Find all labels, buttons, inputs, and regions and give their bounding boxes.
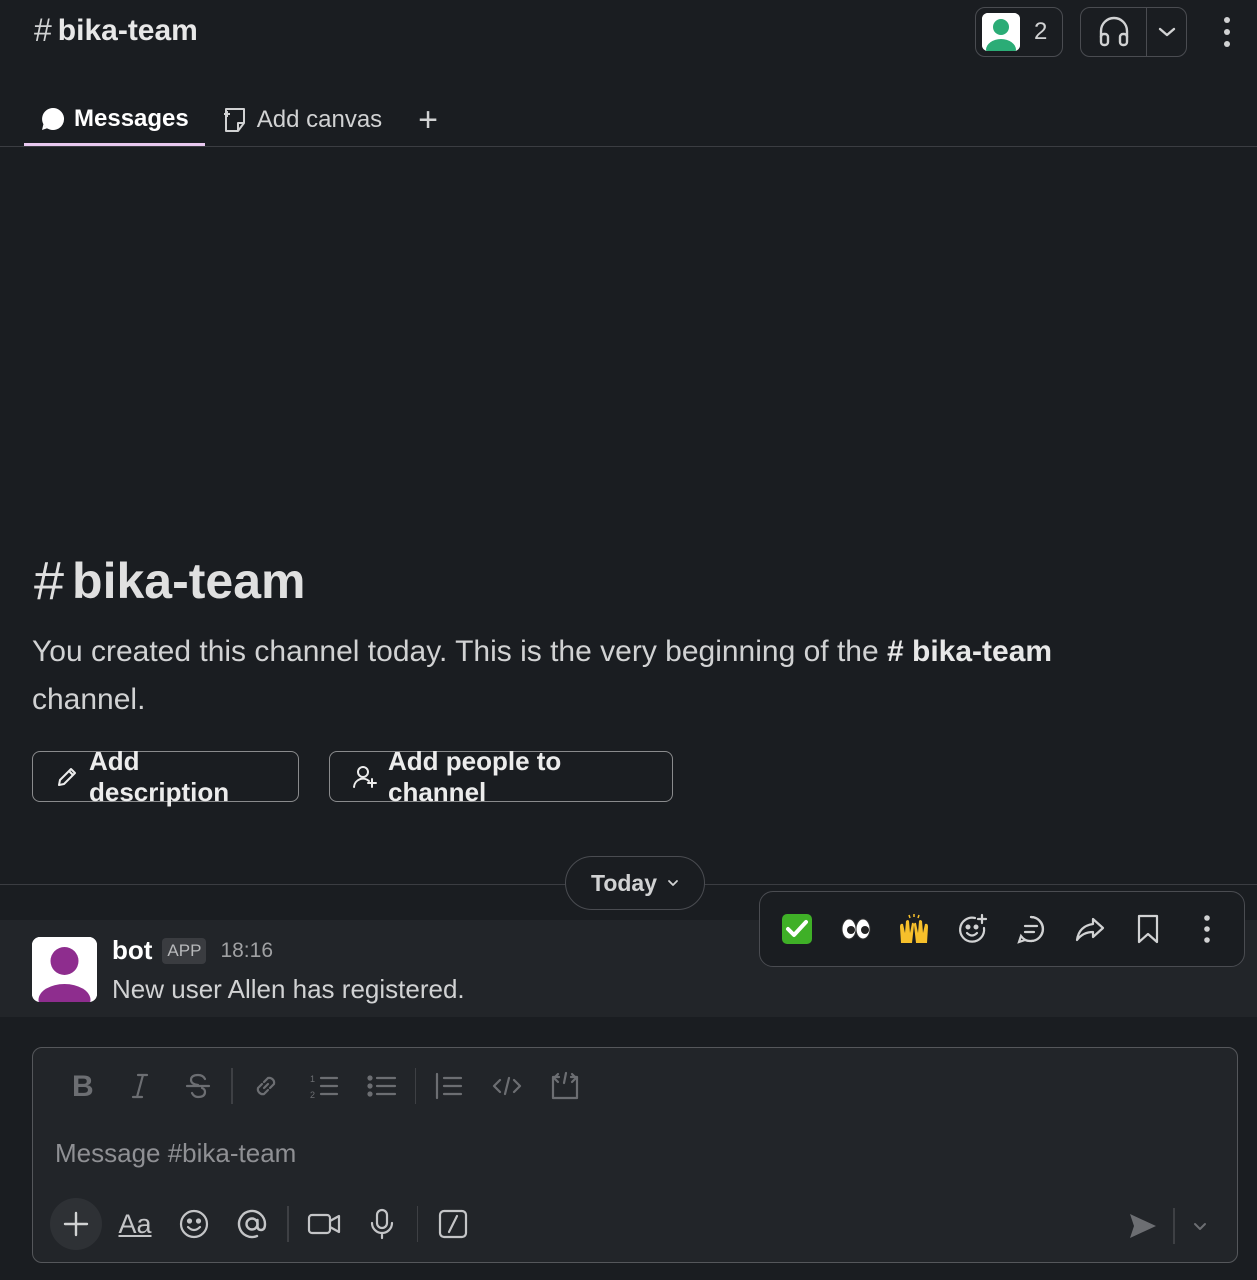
members-button[interactable]: 2 [975,7,1063,57]
message-bubble-icon [40,106,66,132]
intro-title: # bika-team [34,550,305,612]
message-input[interactable]: Message #bika-team [55,1138,296,1169]
channel-tabs: Messages Add canvas + [24,88,458,146]
composer-actions: Aa [47,1198,482,1250]
raised-hands-emoji[interactable] [892,907,936,951]
tab-messages[interactable]: Messages [24,94,205,146]
headphones-icon[interactable] [1081,8,1147,56]
add-tab-button[interactable]: + [398,94,458,146]
tab-label: Add canvas [256,106,383,133]
schedule-send-chevron-icon[interactable] [1183,1208,1217,1244]
bot-avatar[interactable] [32,937,97,1002]
check-mark-emoji[interactable] [775,907,819,951]
formatting-toggle-button[interactable]: Aa [105,1198,165,1250]
toolbar-separator [231,1068,233,1104]
blockquote-icon[interactable] [420,1064,478,1108]
svg-text:B: B [72,1072,94,1100]
message-text: New user Allen has registered. [112,974,465,1004]
intro-channel-name: bika-team [72,553,306,609]
hash-icon: # [34,551,65,611]
toolbar-separator [287,1206,289,1242]
member-count: 2 [1034,18,1048,45]
message-composer[interactable]: B 12 Message #bika-team Aa [32,1047,1238,1263]
eyes-emoji[interactable] [834,907,878,951]
video-clip-icon[interactable] [295,1198,353,1250]
add-person-icon [352,764,378,790]
bookmark-icon[interactable] [1126,907,1170,951]
svg-text:1: 1 [310,1074,315,1084]
message-actions-toolbar [759,891,1245,967]
svg-text:2: 2 [310,1090,315,1100]
message-header: bot APP 18:16 [112,935,273,966]
microphone-icon[interactable] [353,1198,411,1250]
chevron-down-icon [667,879,679,887]
link-icon[interactable] [237,1064,295,1108]
italic-icon[interactable] [111,1064,169,1108]
toolbar-separator [416,1206,418,1242]
attach-button[interactable] [47,1198,105,1250]
add-description-button[interactable]: Add description [32,746,299,807]
intro-text: You created this channel today. This is … [32,635,1053,716]
channel-title[interactable]: # bika-team [34,12,198,49]
day-divider-button[interactable]: Today [565,856,705,910]
plus-icon [50,1198,102,1250]
mention-icon[interactable] [223,1198,281,1250]
send-separator [1173,1208,1175,1244]
channel-header: # bika-team 2 Messages Add canvas + [0,0,1257,147]
bold-icon[interactable]: B [53,1064,111,1108]
tab-label: Messages [74,104,189,132]
message-author[interactable]: bot [112,935,152,966]
hash-icon: # [34,12,52,48]
channel-more-icon[interactable] [1212,14,1242,50]
huddle-button[interactable] [1080,7,1187,57]
tab-add-canvas[interactable]: Add canvas [205,94,398,146]
channel-name: bika-team [57,13,198,47]
strikethrough-icon[interactable] [169,1064,227,1108]
bulleted-list-icon[interactable] [353,1064,411,1108]
add-reaction-icon[interactable] [951,907,995,951]
chevron-down-icon[interactable] [1147,26,1186,38]
code-block-icon[interactable] [536,1064,594,1108]
app-badge: APP [162,937,207,964]
send-icon[interactable] [1121,1206,1165,1246]
slash-command-icon[interactable] [424,1198,482,1250]
emoji-icon[interactable] [165,1198,223,1250]
add-people-button[interactable]: Add people to channel [329,746,673,807]
canvas-icon [221,106,249,134]
forward-icon[interactable] [1068,907,1112,951]
toolbar-separator [414,1068,416,1104]
member-avatar [982,13,1020,51]
formatting-toolbar: B 12 [53,1064,594,1108]
reply-thread-icon[interactable] [1009,907,1053,951]
message-timestamp[interactable]: 18:16 [220,939,273,963]
channel-link[interactable]: # bika-team [887,635,1052,668]
code-icon[interactable] [478,1064,536,1108]
pencil-icon [55,765,79,789]
format-icon: Aa [118,1208,152,1239]
numbered-list-icon[interactable]: 12 [295,1064,353,1108]
more-actions-icon[interactable] [1185,907,1229,951]
